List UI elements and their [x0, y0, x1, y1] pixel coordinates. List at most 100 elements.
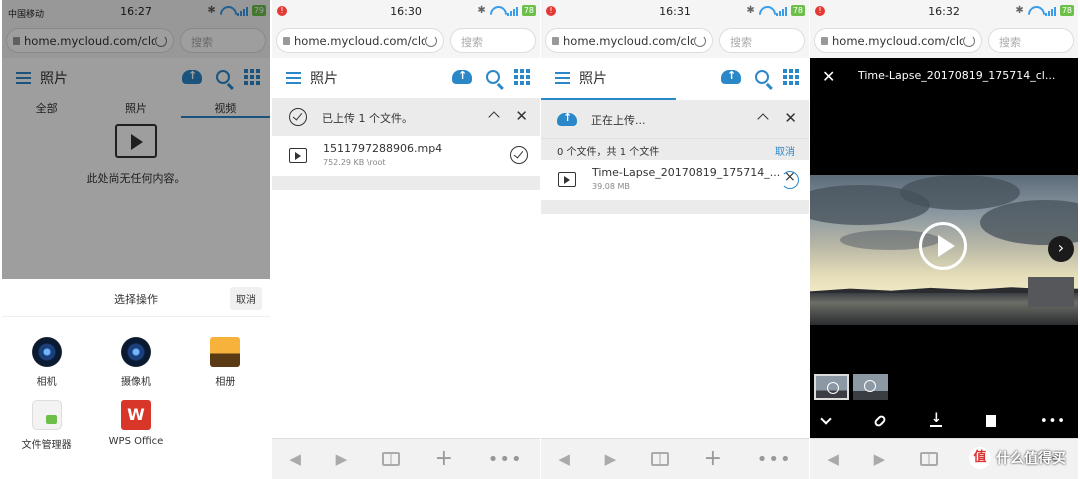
- file-manager-icon: [31, 400, 62, 430]
- upload-icon[interactable]: [721, 69, 741, 84]
- signal-icon: [775, 6, 787, 16]
- close-icon[interactable]: ✕: [822, 67, 835, 86]
- watermark: 值 什么值得买: [969, 447, 1066, 469]
- tabs-icon[interactable]: [650, 452, 669, 466]
- cancel-upload-link[interactable]: 取消: [775, 143, 795, 158]
- menu-icon[interactable]: [555, 72, 570, 84]
- forward-icon[interactable]: ▶: [336, 450, 348, 468]
- app-header: 照片: [272, 58, 540, 98]
- panel-video-viewer: ! 16:32 ✱ 78 home.mycloud.com/clou 搜索 ✕ …: [810, 0, 1078, 479]
- media-viewer: ✕ Time-Lapse_20170819_175714_cl... › ↓ •…: [810, 58, 1078, 438]
- header-actions: [721, 69, 799, 85]
- uploaded-file-row[interactable]: 1511797288906.mp4 752.29 KB \root: [272, 136, 540, 176]
- battery-icon: 78: [790, 5, 805, 16]
- collapse-icon[interactable]: [488, 111, 500, 123]
- trash-icon[interactable]: [985, 415, 996, 427]
- close-icon[interactable]: ✕: [515, 109, 528, 124]
- bluetooth-icon: ✱: [477, 5, 486, 16]
- close-icon[interactable]: ✕: [784, 111, 797, 126]
- video-preview[interactable]: [810, 175, 1078, 325]
- search-icon[interactable]: [486, 70, 500, 84]
- next-arrow-icon[interactable]: ›: [1048, 236, 1074, 262]
- app-chooser-grid: 相机 摄像机 相册 文件管理器 W WPS Office: [2, 317, 270, 451]
- file-name: Time-Lapse_20170819_175714_...: [592, 166, 781, 179]
- file-name: 1511797288906.mp4: [323, 142, 443, 155]
- upload-status-text: 已上传 1 个文件。: [322, 112, 413, 125]
- header-actions: [452, 69, 530, 85]
- battery-icon: 78: [1059, 5, 1074, 16]
- status-icons: ✱ 78: [1015, 5, 1074, 16]
- thumbnail[interactable]: [814, 374, 849, 400]
- panel-upload-complete: ! 16:30 ✱ 78 home.mycloud.com/clou 搜索 照片: [272, 0, 540, 479]
- reload-icon[interactable]: [963, 34, 975, 47]
- bluetooth-icon: ✱: [746, 5, 755, 16]
- search-icon[interactable]: [755, 70, 769, 84]
- divider: [272, 176, 540, 190]
- grid-view-icon[interactable]: [514, 69, 530, 85]
- browser-toolbar: ◀ ▶ + •••: [541, 438, 809, 479]
- viewer-title: Time-Lapse_20170819_175714_cl...: [858, 69, 1056, 82]
- cancel-progress-icon[interactable]: [781, 169, 799, 189]
- watermark-text: 什么值得买: [996, 451, 1066, 467]
- back-icon[interactable]: ◀: [289, 450, 301, 468]
- play-icon[interactable]: [919, 222, 967, 270]
- app-camera[interactable]: 相机: [2, 337, 91, 388]
- back-icon[interactable]: ◀: [558, 450, 570, 468]
- browser-address-bar: home.mycloud.com/clou 搜索: [272, 24, 540, 58]
- more-icon[interactable]: •••: [488, 449, 523, 470]
- action-sheet-header: 选择操作 取消: [2, 279, 270, 317]
- search-input[interactable]: 搜索: [450, 28, 536, 53]
- grid-view-icon[interactable]: [783, 69, 799, 85]
- thumbnail[interactable]: [853, 374, 888, 400]
- modal-overlay[interactable]: [2, 0, 270, 279]
- app-file-manager[interactable]: 文件管理器: [2, 400, 91, 451]
- url-field[interactable]: home.mycloud.com/clou: [545, 28, 713, 53]
- upload-count: 0 个文件，共 1 个文件: [557, 147, 660, 158]
- more-icon[interactable]: •••: [1040, 414, 1066, 429]
- viewer-actions: •••: [810, 408, 1078, 434]
- link-icon[interactable]: [872, 413, 888, 429]
- video-camera-icon: [120, 337, 151, 367]
- upload-status-text: 正在上传...: [591, 114, 646, 127]
- url-text: home.mycloud.com/clou: [294, 33, 425, 48]
- lock-icon: [283, 36, 290, 45]
- download-icon[interactable]: [929, 411, 942, 427]
- screenshot-collage: 中国移动 16:27 ✱ 79 home.mycloud.com/clou 搜索…: [0, 0, 1080, 479]
- app-wps-office[interactable]: W WPS Office: [91, 400, 180, 451]
- new-tab-icon[interactable]: +: [435, 448, 453, 470]
- app-video-camera[interactable]: 摄像机: [91, 337, 180, 388]
- tabs-icon[interactable]: [919, 452, 938, 466]
- search-input[interactable]: 搜索: [719, 28, 805, 53]
- divider: [541, 200, 809, 214]
- app-label: WPS Office: [108, 436, 164, 447]
- reload-icon[interactable]: [694, 34, 706, 47]
- new-tab-icon[interactable]: +: [704, 448, 722, 470]
- status-bar: ! 16:32 ✱ 78: [810, 0, 1078, 24]
- menu-icon[interactable]: [286, 72, 301, 84]
- url-field[interactable]: home.mycloud.com/clou: [276, 28, 444, 53]
- browser-address-bar: home.mycloud.com/clou 搜索: [810, 24, 1078, 58]
- building-image: [1028, 277, 1074, 307]
- forward-icon[interactable]: ▶: [874, 450, 886, 468]
- uploading-file-row[interactable]: Time-Lapse_20170819_175714_... 39.08 MB: [541, 160, 809, 200]
- search-input[interactable]: 搜索: [988, 28, 1074, 53]
- chevron-down-icon[interactable]: [820, 413, 832, 425]
- battery-icon: 78: [521, 5, 536, 16]
- app-label: 摄像机: [120, 377, 151, 388]
- url-field[interactable]: home.mycloud.com/clou: [814, 28, 982, 53]
- reload-icon[interactable]: [425, 34, 437, 47]
- more-icon[interactable]: •••: [757, 449, 792, 470]
- app-header: 照片: [541, 58, 809, 98]
- upload-status-banner: 正在上传... ✕: [541, 100, 809, 138]
- status-icons: ✱ 78: [477, 5, 536, 16]
- forward-icon[interactable]: ▶: [605, 450, 617, 468]
- upload-icon[interactable]: [452, 69, 472, 84]
- gallery-icon: [210, 337, 241, 367]
- page-title: 照片: [579, 71, 607, 87]
- panel-uploading: ! 16:31 ✱ 78 home.mycloud.com/clou 搜索 照片: [541, 0, 809, 479]
- app-gallery[interactable]: 相册: [181, 337, 270, 388]
- back-icon[interactable]: ◀: [827, 450, 839, 468]
- collapse-icon[interactable]: [757, 113, 769, 125]
- tabs-icon[interactable]: [381, 452, 400, 466]
- cancel-button[interactable]: 取消: [230, 287, 262, 310]
